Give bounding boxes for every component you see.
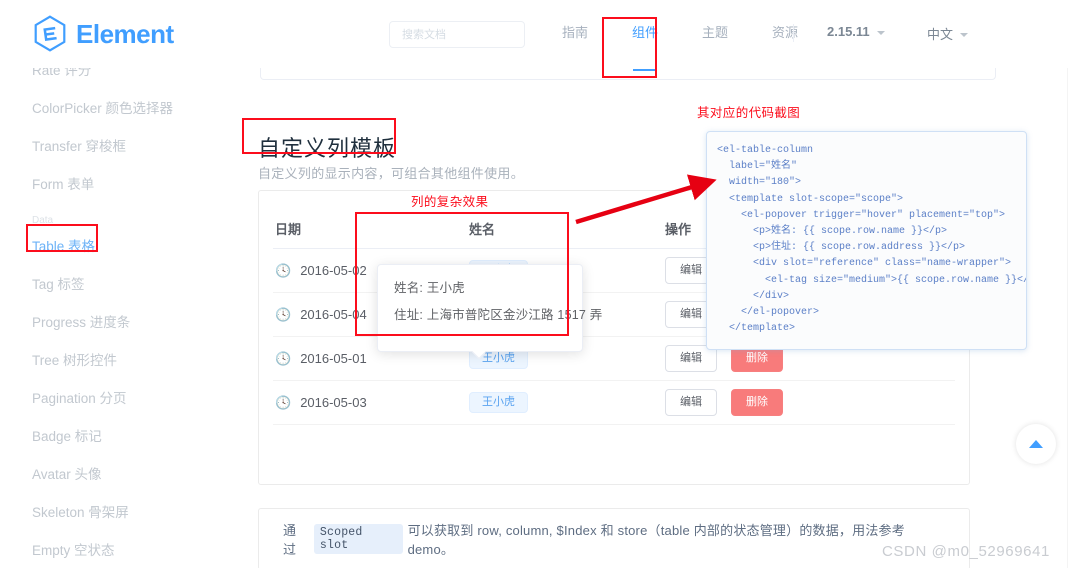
note-prefix: 通过 (283, 520, 309, 558)
search-input[interactable] (400, 28, 514, 42)
nav-label: 资源 (772, 25, 798, 40)
chevron-down-icon (960, 33, 968, 37)
code-screenshot-panel: <el-table-column label="姓名" width="180">… (706, 131, 1027, 350)
sidebar-item-label: Avatar 头像 (32, 463, 102, 483)
sidebar-item-label: Tag 标签 (32, 273, 85, 293)
nav-item-theme[interactable]: 主题 (680, 23, 750, 43)
sidebar-item-progress[interactable]: Progress 进度条 (0, 302, 238, 340)
sidebar-item-pagination[interactable]: Pagination 分页 (0, 378, 238, 416)
component-sidebar: Rate 评分 ColorPicker 颜色选择器 Transfer 穿梭框 F… (0, 50, 238, 568)
clock-icon: 🕓 (275, 264, 291, 277)
scoped-slot-note: 通过 Scoped slot 可以获取到 row, column, $Index… (258, 508, 970, 568)
sidebar-group-data: Data (0, 202, 238, 226)
delete-button[interactable]: 删除 (731, 389, 783, 416)
language-select[interactable]: 中文 (927, 24, 968, 43)
name-tag[interactable]: 王小虎 (469, 392, 528, 413)
popover-address-line: 住址: 上海市普陀区金沙江路 1517 弄 (394, 304, 566, 323)
name-popover: 姓名: 王小虎 住址: 上海市普陀区金沙江路 1517 弄 (377, 264, 583, 352)
scroll-to-top-button[interactable] (1016, 424, 1056, 464)
brand-name: Element (76, 21, 174, 47)
annotation-arrow (560, 170, 720, 240)
nav-item-components[interactable]: 组件 (610, 23, 680, 43)
nav-label: 指南 (562, 25, 588, 40)
date-value: 2016-05-02 (300, 263, 367, 278)
sidebar-item-table[interactable]: Table 表格 (0, 226, 238, 264)
site-header: Element 指南 组件 主题 资源 2.15.11 (0, 0, 1068, 68)
nav-item-guide[interactable]: 指南 (540, 23, 610, 43)
sidebar-item-label: Progress 进度条 (32, 311, 130, 331)
table-row[interactable]: 🕓 2016-05-03 王小虎 编辑 删除 (273, 381, 955, 425)
date-value: 2016-05-04 (300, 307, 367, 322)
sidebar-item-label: Pagination 分页 (32, 387, 127, 407)
chevron-down-icon (877, 31, 885, 35)
sidebar-item-tree[interactable]: Tree 树形控件 (0, 340, 238, 378)
sidebar-item-badge[interactable]: Badge 标记 (0, 416, 238, 454)
nav-item-resources[interactable]: 资源 (750, 23, 820, 43)
element-logo-icon (33, 15, 67, 52)
clock-icon: 🕓 (275, 396, 291, 409)
arrow-up-icon (1029, 440, 1043, 448)
date-value: 2016-05-01 (300, 351, 367, 366)
sidebar-group-label: Data (32, 215, 53, 226)
nav-active-underline (633, 69, 657, 71)
sidebar-item-label: ColorPicker 颜色选择器 (32, 97, 173, 117)
sidebar-item-avatar[interactable]: Avatar 头像 (0, 454, 238, 492)
sidebar-item-label: Skeleton 骨架屏 (32, 501, 129, 521)
edit-button[interactable]: 编辑 (665, 389, 717, 416)
search-box[interactable] (389, 21, 525, 48)
sidebar-item-empty[interactable]: Empty 空状态 (0, 530, 238, 568)
sidebar-item-label: Empty 空状态 (32, 539, 115, 559)
cell-action: 编辑 删除 (665, 389, 955, 416)
note-code: Scoped slot (314, 524, 403, 554)
sidebar-item-transfer[interactable]: Transfer 穿梭框 (0, 126, 238, 164)
cell-date: 🕓 2016-05-03 (273, 395, 469, 410)
clock-icon: 🕓 (275, 352, 291, 365)
brand-logo[interactable]: Element (33, 15, 174, 52)
sidebar-item-tag[interactable]: Tag 标签 (0, 264, 238, 302)
sidebar-item-skeleton[interactable]: Skeleton 骨架屏 (0, 492, 238, 530)
sidebar-item-label: Tree 树形控件 (32, 349, 117, 369)
date-value: 2016-05-03 (300, 395, 367, 410)
sidebar-item-label: Form 表单 (32, 173, 94, 193)
version-select[interactable]: 2.15.11 (827, 24, 885, 39)
header-divider (793, 24, 794, 42)
annotation-label-column-caption: 列的复杂效果 (411, 191, 488, 210)
page-root: Element 指南 组件 主题 资源 2.15.11 (0, 0, 1068, 568)
cell-date: 🕓 2016-05-01 (273, 351, 469, 366)
nav-label: 主题 (702, 25, 728, 40)
sidebar-item-label: Table 表格 (32, 235, 95, 255)
language-label: 中文 (927, 24, 953, 43)
sidebar-item-label: Badge 标记 (32, 425, 102, 445)
column-header-date: 日期 (273, 219, 469, 238)
sidebar-item-colorpicker[interactable]: ColorPicker 颜色选择器 (0, 88, 238, 126)
sidebar-item-label: Transfer 穿梭框 (32, 135, 126, 155)
code-block: <el-table-column label="姓名" width="180">… (717, 143, 1026, 337)
clock-icon: 🕓 (275, 308, 291, 321)
version-label: 2.15.11 (827, 24, 870, 39)
annotation-label-code-caption: 其对应的代码截图 (697, 102, 800, 121)
nav-label: 组件 (632, 25, 658, 40)
main-nav: 指南 组件 主题 资源 (540, 23, 820, 43)
sidebar-item-form[interactable]: Form 表单 (0, 164, 238, 202)
watermark-text: CSDN @m0_52969641 (882, 543, 1050, 560)
page-description: 自定义列的显示内容，可组合其他组件使用。 (258, 163, 524, 182)
note-suffix: 可以获取到 row, column, $Index 和 store（table … (408, 520, 945, 558)
cell-name: 王小虎 (469, 392, 665, 413)
page-title: 自定义列模板 (258, 131, 396, 163)
popover-name-line: 姓名: 王小虎 (394, 277, 566, 296)
